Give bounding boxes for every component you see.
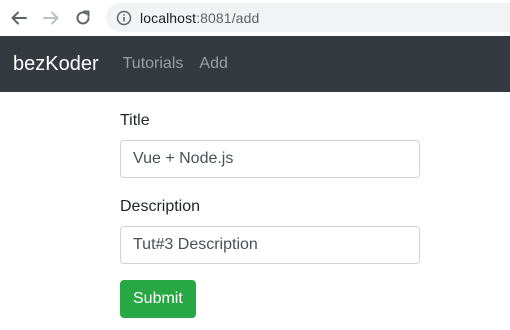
browser-toolbar: localhost:8081/add bbox=[0, 0, 510, 36]
app-navbar: bezKoder Tutorials Add bbox=[0, 36, 510, 92]
nav-link-tutorials[interactable]: Tutorials bbox=[123, 55, 184, 73]
description-label: Description bbox=[120, 198, 201, 215]
url-host: localhost bbox=[140, 9, 197, 26]
url-path: :8081/add bbox=[196, 9, 260, 26]
description-input[interactable]: Tut#3 Description bbox=[120, 226, 420, 264]
nav-link-add[interactable]: Add bbox=[199, 55, 227, 73]
add-tutorial-form: Title Vue + Node.js Description Tut#3 De… bbox=[120, 92, 420, 318]
info-icon[interactable] bbox=[116, 10, 132, 26]
forward-arrow-icon[interactable] bbox=[40, 7, 62, 29]
back-arrow-icon[interactable] bbox=[8, 7, 30, 29]
submit-button[interactable]: Submit bbox=[120, 280, 196, 318]
url-text: localhost:8081/add bbox=[140, 10, 259, 26]
address-bar[interactable]: localhost:8081/add bbox=[106, 3, 510, 32]
reload-icon[interactable] bbox=[72, 7, 94, 29]
title-input[interactable]: Vue + Node.js bbox=[120, 140, 420, 178]
brand-link[interactable]: bezKoder bbox=[13, 53, 99, 76]
title-label: Title bbox=[120, 112, 150, 129]
